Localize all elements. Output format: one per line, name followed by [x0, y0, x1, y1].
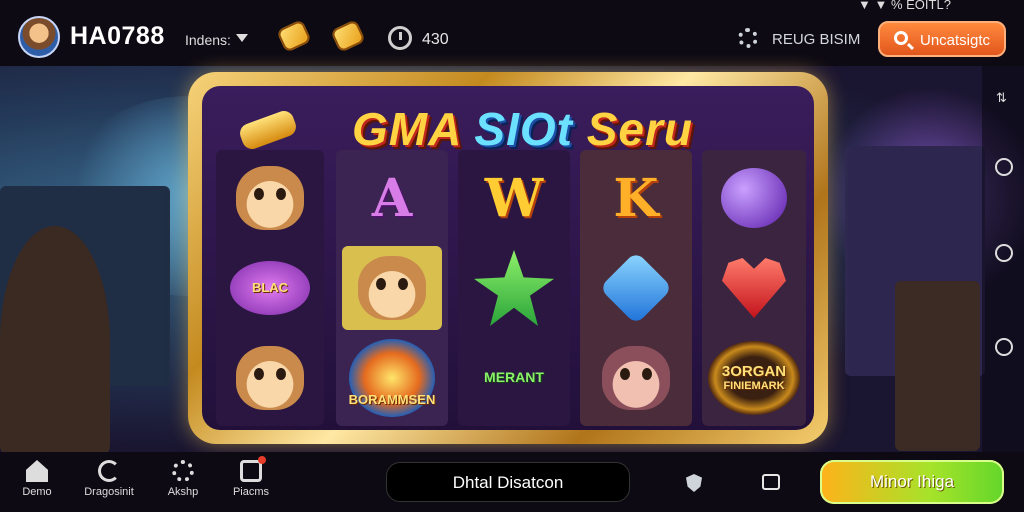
- game-title-part1: GMA: [352, 103, 475, 155]
- lion-symbol: [342, 246, 442, 330]
- slot-machine-frame: GMA SIOt Seru BLAC A BORAMMSEN W MERANT …: [188, 72, 828, 444]
- heart-gem-symbol: [708, 246, 800, 330]
- rail-option-2[interactable]: [995, 244, 1013, 262]
- lion-symbol: [222, 336, 318, 420]
- brand-name: HA0788: [70, 22, 165, 50]
- merant-badge-text: MERANT: [484, 369, 544, 386]
- reel-2[interactable]: A BORAMMSEN: [336, 150, 448, 426]
- search-button-label: Uncatsigtc: [920, 32, 991, 49]
- nav-item-history[interactable]: Dragosinit: [74, 460, 144, 498]
- home-icon: [26, 460, 48, 482]
- bonus-badge-2-line2: FINIEMARK: [723, 380, 785, 393]
- coin-icon[interactable]: [276, 19, 312, 53]
- letter-a-text: A: [371, 167, 413, 229]
- purple-orb-symbol: [708, 156, 800, 240]
- chevron-down-icon[interactable]: [236, 34, 248, 42]
- center-status-pill[interactable]: Dhtal Disatcon: [386, 462, 630, 502]
- bonus-badge-2-symbol: 3ORGAN FINIEMARK: [704, 336, 804, 420]
- bonus-badge-symbol: BORAMMSEN: [342, 336, 442, 420]
- reel-5[interactable]: 3ORGAN FINIEMARK: [702, 150, 806, 426]
- reel-4[interactable]: K: [580, 150, 692, 426]
- rail-option-1[interactable]: [995, 158, 1013, 176]
- scroll-symbol: [236, 108, 300, 152]
- nav-item-settings[interactable]: Akshp: [148, 460, 218, 498]
- letter-a-symbol: A: [342, 156, 442, 240]
- slot-machine-panel: GMA SIOt Seru BLAC A BORAMMSEN W MERANT …: [202, 86, 814, 430]
- reel-3[interactable]: W MERANT: [458, 150, 570, 426]
- counter-value: 430: [422, 31, 449, 48]
- game-title: GMA SIOt Seru: [352, 102, 693, 156]
- nav-item-demo[interactable]: Demo: [2, 460, 72, 498]
- game-title-part2: SIOt: [474, 103, 587, 155]
- search-icon: [894, 31, 908, 45]
- reel-1[interactable]: BLAC: [216, 108, 324, 426]
- expand-arrows-icon[interactable]: ⇅: [996, 90, 1007, 106]
- lion-symbol: [222, 156, 318, 240]
- window-icon[interactable]: [762, 474, 780, 490]
- nav-item-messages[interactable]: Piacms: [216, 456, 286, 498]
- right-side-rail: ⇅: [982, 66, 1024, 452]
- nav-label: Demo: [22, 486, 52, 498]
- message-icon: [240, 456, 266, 482]
- gem-badge-text: BLAC: [251, 279, 289, 295]
- gear-icon[interactable]: [738, 28, 758, 48]
- nav-label: Akshp: [167, 486, 199, 498]
- language-selector-label[interactable]: Indens:: [185, 32, 231, 48]
- timer-icon: [388, 26, 412, 50]
- game-title-part3: Seru: [586, 103, 694, 155]
- merant-badge-symbol: MERANT: [464, 336, 564, 420]
- wolf-symbol: [586, 336, 686, 420]
- top-bar: HA0788 Indens: 430 REUG BISIM Uncatsigtc…: [0, 0, 1024, 66]
- bonus-badge-2-line1: 3ORGAN: [721, 362, 787, 380]
- letter-k-symbol: K: [586, 156, 686, 240]
- nav-label: Piacms: [232, 486, 270, 498]
- bonus-badge-text: BORAMMSEN: [348, 391, 436, 407]
- bottom-bar: Demo Dragosinit Akshp Piacms Dhtal Disat…: [0, 452, 1024, 512]
- rail-option-3[interactable]: [995, 338, 1013, 356]
- letter-k-text: K: [613, 167, 659, 229]
- coin-stack-icon[interactable]: [330, 19, 366, 53]
- settings-icon: [172, 460, 194, 482]
- register-label[interactable]: REUG BISIM: [772, 31, 860, 48]
- letter-w-symbol: W: [464, 156, 564, 240]
- shield-icon[interactable]: [686, 474, 702, 492]
- search-button[interactable]: Uncatsigtc: [878, 21, 1006, 57]
- status-indicators: ▼ ▼ % EOITL?: [858, 0, 951, 12]
- play-button[interactable]: Minor Ihiga: [820, 460, 1004, 504]
- star-symbol: [464, 246, 564, 330]
- letter-w-text: W: [484, 167, 544, 229]
- avatar[interactable]: [18, 16, 60, 58]
- history-icon: [98, 460, 120, 482]
- nav-label: Dragosinit: [84, 486, 134, 498]
- blue-gem-symbol: [586, 246, 686, 330]
- gem-badge-symbol: BLAC: [222, 246, 318, 330]
